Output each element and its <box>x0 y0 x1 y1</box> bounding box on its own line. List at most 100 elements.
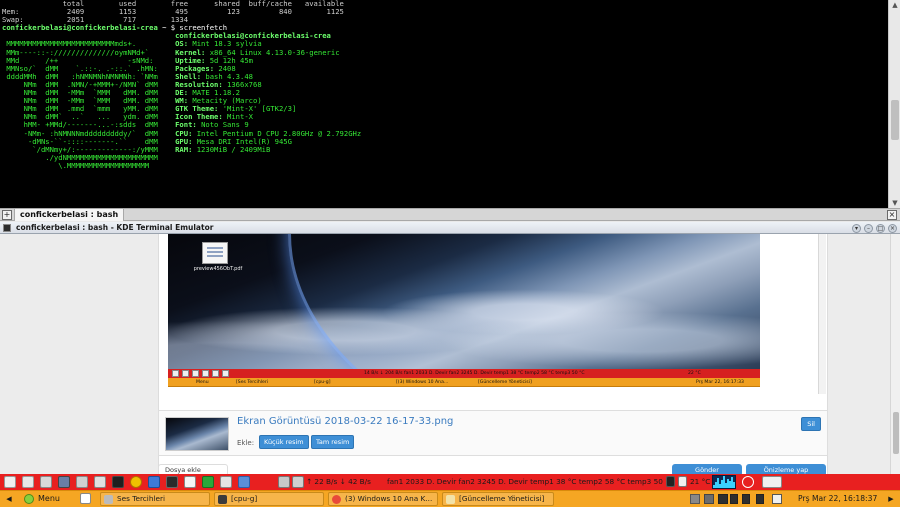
mini-panel-sensors: 14 B/s ↓ 204 B/s fan1 2033 D. Devir fan2… <box>364 371 585 376</box>
spotify-icon[interactable] <box>202 476 214 488</box>
show-desktop-icon[interactable] <box>80 493 91 504</box>
taskbar-item[interactable]: Ses Tercihleri <box>100 492 210 506</box>
archive-icon[interactable] <box>76 476 88 488</box>
scroll-up-icon[interactable]: ▲ <box>889 0 900 10</box>
terminal-output[interactable]: total used free shared buff/cache availa… <box>2 0 886 208</box>
mini-task: [(3) Windows 10 Ana... <box>396 380 449 385</box>
terminal-line: \.MMMMMMMMMMMMMMMMMMM <box>2 160 176 170</box>
tab-bash[interactable]: confickerbelasi : bash <box>14 209 125 221</box>
konsole-tab-bar: + confickerbelasi : bash × <box>0 208 900 221</box>
mini-task: [cpu-g] <box>314 380 331 385</box>
taskbar-item[interactable]: (3) Windows 10 Ana K... <box>328 492 438 506</box>
chrome-icon <box>332 495 341 504</box>
calculator-icon[interactable] <box>94 476 106 488</box>
content-scrollbar[interactable] <box>818 234 826 394</box>
browser-page: preview456ObT.pdf 14 B/s ↓ 204 B/s fan1 … <box>0 234 900 474</box>
top-panel: ↑ 22 B/s ↓ 42 B/s fan1 2033 D. Devir fan… <box>0 474 900 490</box>
updates-icon[interactable] <box>704 494 714 504</box>
window-titlebar[interactable]: confickerbelasi : bash - KDE Terminal Em… <box>0 222 900 234</box>
new-tab-button[interactable]: + <box>2 210 12 220</box>
cpu-graph-bar <box>735 484 736 488</box>
mini-launcher-icon <box>222 370 229 377</box>
notes-icon[interactable] <box>772 494 782 504</box>
mini-launcher-icon <box>192 370 199 377</box>
taskbar-item-label: [cpu-g] <box>231 494 258 503</box>
volume-icon[interactable] <box>730 494 738 504</box>
full-image-button[interactable]: Tam resim <box>311 435 355 449</box>
mini-task: [Güncelleme Yöneticisi] <box>478 380 532 385</box>
taskbar-item-label: Ses Tercihleri <box>117 494 165 503</box>
close-window-button[interactable]: × <box>888 224 897 233</box>
network-speed: ↑ 22 B/s ↓ 42 B/s <box>306 474 371 490</box>
clock[interactable]: Prş Mar 22, 16:18:37 <box>798 491 877 507</box>
minimize-button[interactable]: – <box>864 224 873 233</box>
page-scrollbar[interactable] <box>890 234 900 474</box>
maximize-button[interactable]: □ <box>876 224 885 233</box>
image-viewer-icon[interactable] <box>220 476 232 488</box>
lock-icon[interactable] <box>666 476 675 487</box>
panel-hide-right-icon[interactable]: ▶ <box>886 491 896 507</box>
app-launcher-icon[interactable] <box>148 476 160 488</box>
mint-logo-icon <box>24 494 34 504</box>
attachment-thumbnail[interactable] <box>165 417 229 451</box>
attachment-filename-link[interactable]: Ekran Görüntüsü 2018-03-22 16-17-33.png <box>237 416 453 427</box>
mini-launcher-icon <box>202 370 209 377</box>
mini-panel-bottom: Menu [Ses Tercihleri [cpu-g] [(3) Window… <box>168 378 760 387</box>
temperature: 21 °C <box>690 477 711 486</box>
taskbar-item[interactable]: [cpu-g] <box>214 492 324 506</box>
small-image-button[interactable]: Küçük resim <box>259 435 309 449</box>
power-icon[interactable] <box>742 476 754 488</box>
preview-button[interactable]: Önizleme yap <box>746 464 826 474</box>
terminal-icon[interactable] <box>3 224 11 232</box>
add-file-button[interactable]: Dosya ekle <box>158 464 228 474</box>
cpu-graph[interactable] <box>712 475 736 489</box>
mini-panel-top: 14 B/s ↓ 204 B/s fan1 2033 D. Devir fan2… <box>168 369 760 378</box>
menu-label: Menu <box>38 494 60 503</box>
mini-launcher-icon <box>172 370 179 377</box>
network-icon[interactable] <box>238 476 250 488</box>
speaker-icon <box>104 495 113 504</box>
submit-button[interactable]: Gönder <box>672 464 742 474</box>
desktop-file-label: preview456ObT.pdf <box>193 266 243 272</box>
mini-clock: Prş Mar 22, 16:17:33 <box>696 380 744 385</box>
window-menu-button[interactable]: ▾ <box>852 224 861 233</box>
chrome-launcher-icon[interactable] <box>130 476 142 488</box>
show-desktop-icon[interactable] <box>4 476 16 488</box>
close-tab-button[interactable]: × <box>887 210 897 220</box>
bottom-panel: ◀ Menu Ses Tercihleri [cpu-g] (3) Window… <box>0 490 900 507</box>
display-icon[interactable] <box>690 494 700 504</box>
taskbar-item[interactable]: [Güncelleme Yöneticisi] <box>442 492 554 506</box>
sensor-readout: fan1 2033 D. Devir fan2 3245 D. Devir te… <box>387 477 674 486</box>
terminal-scroll-thumb[interactable] <box>891 100 899 140</box>
document-icon <box>202 242 228 264</box>
battery-icon[interactable] <box>742 494 750 504</box>
wifi-icon[interactable] <box>278 476 290 488</box>
home-folder-icon[interactable] <box>40 476 52 488</box>
upload-icon <box>292 476 304 488</box>
terminal-window[interactable]: total used free shared buff/cache availa… <box>0 0 900 208</box>
cpu-icon <box>218 495 227 504</box>
chrome-tray-icon[interactable] <box>762 476 782 488</box>
terminal-scrollbar[interactable]: ▲ ▼ <box>888 0 900 208</box>
atmosphere-glow <box>288 234 760 369</box>
delete-attachment-button[interactable]: Sil <box>801 417 821 431</box>
net-up-speed: ↑ 22 B/s <box>306 477 338 486</box>
net-down-speed: ↓ 42 B/s <box>339 477 371 486</box>
terminal-launcher-icon[interactable] <box>58 476 70 488</box>
page-scroll-thumb[interactable] <box>893 412 899 454</box>
menu-button[interactable]: Menu <box>22 491 60 507</box>
scroll-down-icon[interactable]: ▼ <box>889 198 900 208</box>
thermometer-icon <box>678 476 687 487</box>
attachment-add-label: Ekle: <box>237 439 255 447</box>
file-manager-icon[interactable] <box>22 476 34 488</box>
window-title: confickerbelasi : bash - KDE Terminal Em… <box>16 223 214 232</box>
earth-screenshot-image[interactable]: preview456ObT.pdf <box>168 234 760 369</box>
monitor-icon[interactable] <box>166 476 178 488</box>
network-tray-icon[interactable] <box>718 494 728 504</box>
panel-hide-left-icon[interactable]: ◀ <box>4 491 14 507</box>
text-editor-icon[interactable] <box>184 476 196 488</box>
keyboard-layout-icon[interactable] <box>756 494 764 504</box>
console-icon[interactable] <box>112 476 124 488</box>
mini-launcher-icon <box>212 370 219 377</box>
mini-task: [Ses Tercihleri <box>236 380 269 385</box>
